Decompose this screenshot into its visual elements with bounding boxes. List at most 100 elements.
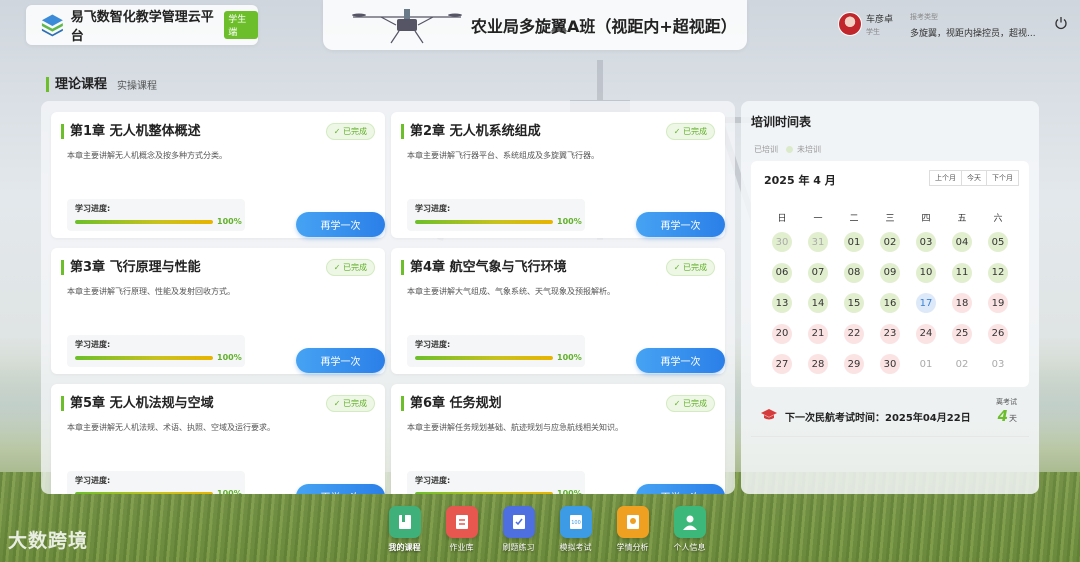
check-icon: ✓ <box>333 399 343 408</box>
calendar-day[interactable]: 15 <box>844 293 864 313</box>
progress-box: 学习进度: 100% <box>407 199 585 231</box>
calendar-day[interactable]: 25 <box>952 323 972 344</box>
calendar-day[interactable]: 12 <box>988 262 1008 283</box>
calendar-day[interactable]: 22 <box>844 323 864 344</box>
calendar-day[interactable]: 24 <box>916 323 936 344</box>
course-title: 第4章 航空气象与飞行环境 <box>401 260 567 275</box>
graduation-cap-icon <box>761 409 777 420</box>
weekday-label: 六 <box>993 214 1003 224</box>
calendar-day[interactable]: 28 <box>808 354 828 374</box>
progress-box: 学习进度: 100% <box>407 471 585 494</box>
relearn-button[interactable]: 再学一次 <box>296 484 385 494</box>
calendar-day[interactable]: 11 <box>952 262 972 283</box>
calendar-day[interactable]: 10 <box>916 262 936 283</box>
tab-theory-courses[interactable]: 理论课程 <box>46 77 107 92</box>
course-tabs: 理论课程 实操课程 <box>46 77 157 92</box>
status-badge: ✓ 已完成 <box>325 259 375 276</box>
calendar-day[interactable]: 18 <box>952 293 972 313</box>
nav-label: 作业库 <box>449 543 474 552</box>
calendar-day[interactable]: 04 <box>952 232 972 252</box>
calendar-day[interactable]: 30 <box>772 232 792 252</box>
course-description: 本章主要讲解大气组成、气象系统、天气现象及预报解析。 <box>407 287 615 296</box>
progress-value: 100% <box>557 353 582 362</box>
nav-item-user[interactable]: 个人信息 <box>661 506 718 553</box>
book-icon[interactable] <box>388 506 421 538</box>
calendar-weekdays: 日一二三四五六 <box>764 211 1016 224</box>
weekday-label: 日 <box>777 214 787 224</box>
relearn-button[interactable]: 再学一次 <box>636 484 725 494</box>
nav-item-book[interactable]: 我的课程 <box>376 506 433 553</box>
status-badge: ✓ 已完成 <box>325 123 375 140</box>
relearn-button[interactable]: 再学一次 <box>636 212 725 237</box>
calendar-day[interactable]: 08 <box>844 262 864 283</box>
course-card[interactable]: 第1章 无人机整体概述 ✓ 已完成 本章主要讲解无人机概念及按多种方式分类。 学习进度… <box>51 112 385 238</box>
next-month-button[interactable]: 下个月 <box>987 170 1019 186</box>
calendar-day[interactable]: 01 <box>916 354 936 374</box>
calendar-day[interactable]: 03 <box>988 354 1008 374</box>
status-text: 已完成 <box>343 127 367 136</box>
analysis-icon[interactable] <box>616 506 649 538</box>
training-schedule-panel: 培训时间表 已培训 未培训 2025 年 4 月 上个月 今天 下个月 日 一 二 三… <box>741 101 1039 494</box>
course-description: 本章主要讲解飞行原理、性能及发射回收方式。 <box>67 287 235 296</box>
svg-text:100: 100 <box>571 520 581 526</box>
course-title: 第3章 飞行原理与性能 <box>61 260 201 275</box>
power-icon[interactable] <box>1054 16 1068 30</box>
course-card[interactable]: 第6章 任务规划 ✓ 已完成 本章主要讲解任务规划基础、航迹规划与应急航线相关知识。… <box>391 384 725 494</box>
user-icon[interactable] <box>673 506 706 538</box>
nav-item-practice[interactable]: 刷题练习 <box>490 506 547 553</box>
nav-item-analysis[interactable]: 学情分析 <box>604 506 661 553</box>
user-profile[interactable]: 车彦卓 学生 <box>838 12 893 37</box>
practice-icon[interactable] <box>502 506 535 538</box>
brand-bar: 易飞数智化教学管理云平台 学生端 <box>26 5 258 45</box>
relearn-button[interactable]: 再学一次 <box>296 212 385 237</box>
nav-label: 刷题练习 <box>502 543 535 552</box>
status-text: 已完成 <box>343 263 367 272</box>
course-card[interactable]: 第3章 飞行原理与性能 ✓ 已完成本章主要讲解飞行原理、性能及发射回收方式。学习进… <box>51 248 385 374</box>
exam-type-info: 报考类型 多旋翼，视距内操控员，超视... <box>910 12 1040 39</box>
calendar-day[interactable]: 13 <box>772 293 792 313</box>
homework-icon[interactable] <box>445 506 478 538</box>
calendar-day[interactable]: 29 <box>844 354 864 374</box>
calendar-day[interactable]: 30 <box>880 354 900 374</box>
status-badge: ✓ 已完成 <box>665 259 715 276</box>
calendar-day[interactable]: 02 <box>952 354 972 374</box>
calendar-day[interactable]: 17 <box>916 293 936 313</box>
nav-item-homework[interactable]: 作业库 <box>433 506 490 553</box>
calendar-day[interactable]: 03 <box>916 232 936 252</box>
avatar[interactable] <box>838 12 862 36</box>
today-button[interactable]: 今天 <box>962 170 987 186</box>
course-card[interactable]: 第2章 无人机系统组成 ✓ 已完成 本章主要讲解飞行器平台、系统组成及多旋翼飞行器。… <box>391 112 725 238</box>
calendar-day[interactable]: 14 <box>808 293 828 313</box>
calendar-day[interactable]: 19 <box>988 293 1008 313</box>
calendar-day[interactable]: 07 <box>808 262 828 283</box>
progress-value: 100% <box>217 489 242 494</box>
relearn-button[interactable]: 再学一次 <box>636 348 725 373</box>
progress-bar <box>415 356 553 360</box>
calendar-day[interactable]: 27 <box>772 354 792 374</box>
calendar-day[interactable]: 26 <box>988 323 1008 344</box>
progress-bar <box>415 492 553 494</box>
bottom-navigation: 我的课程 作业库 刷题练习 100 模拟考试 学情分析 个人信息 <box>376 506 718 553</box>
calendar-day[interactable]: 02 <box>880 232 900 252</box>
progress-label: 学习进度: <box>75 476 111 485</box>
tab-practical-courses[interactable]: 实操课程 <box>117 77 157 92</box>
progress-label: 学习进度: <box>75 340 111 349</box>
calendar-day[interactable]: 05 <box>988 232 1008 252</box>
prev-month-button[interactable]: 上个月 <box>929 170 962 186</box>
calendar-day[interactable]: 20 <box>772 323 792 344</box>
course-title: 第5章 无人机法规与空域 <box>61 396 214 411</box>
calendar-day[interactable]: 06 <box>772 262 792 283</box>
calendar-day[interactable]: 09 <box>880 262 900 283</box>
user-name: 车彦卓 <box>866 15 894 25</box>
calendar-day[interactable]: 21 <box>808 323 828 344</box>
relearn-button[interactable]: 再学一次 <box>296 348 385 373</box>
course-card[interactable]: 第5章 无人机法规与空域 ✓ 已完成 本章主要讲解无人机法规、术语、执照、空域及运行… <box>51 384 385 494</box>
calendar-day[interactable]: 16 <box>880 293 900 313</box>
calendar-day[interactable]: 23 <box>880 323 900 344</box>
nav-item-exam[interactable]: 100 模拟考试 <box>547 506 604 553</box>
calendar-day[interactable]: 31 <box>808 232 828 252</box>
calendar-day[interactable]: 01 <box>844 232 864 252</box>
course-description: 本章主要讲解无人机概念及按多种方式分类。 <box>67 151 227 160</box>
exam-icon[interactable]: 100 <box>559 506 592 538</box>
course-card[interactable]: 第4章 航空气象与飞行环境 ✓ 已完成本章主要讲解大气组成、气象系统、天气现象及预… <box>391 248 725 374</box>
